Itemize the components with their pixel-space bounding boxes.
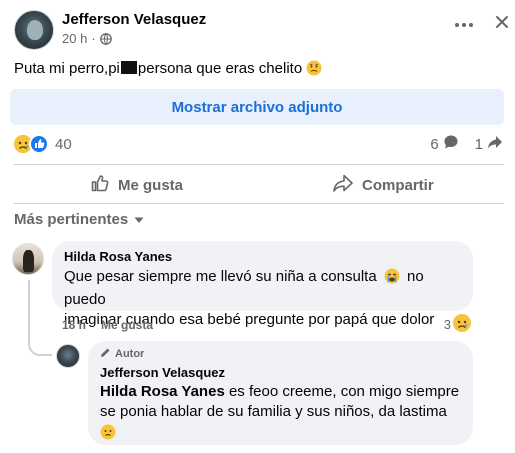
like-button-label: Me gusta — [118, 176, 184, 194]
comment-reactions[interactable]: 3 — [444, 314, 471, 335]
divider — [14, 203, 504, 204]
mentioned-user-tag[interactable]: Hilda Rosa Yanes — [100, 383, 225, 400]
reply-text-line1: es feoo creeme, con migo siempre — [228, 383, 460, 400]
comment-reaction-count: 3 — [443, 317, 451, 332]
share-arrow-icon — [487, 134, 503, 154]
close-icon[interactable] — [492, 12, 512, 32]
more-options-icon[interactable] — [454, 16, 476, 32]
comment-text-line1: Que pesar siempre me llevó su niña a con… — [64, 268, 377, 285]
reaction-count: 40 — [55, 135, 72, 153]
comment-author[interactable]: Hilda Rosa Yanes — [64, 249, 461, 264]
reactions-summary[interactable]: 40 — [14, 134, 72, 154]
meta-separator: · — [91, 31, 96, 46]
share-button[interactable]: Compartir — [332, 173, 434, 197]
pencil-icon — [100, 347, 111, 361]
post-author[interactable]: Jefferson Velasquez — [62, 11, 206, 28]
show-attachment-button[interactable]: Mostrar archivo adjunto — [10, 89, 504, 125]
redaction-block — [120, 61, 137, 74]
post-meta: 20 h · — [62, 31, 112, 46]
reply-text: Hilda Rosa Yanes es feoo creeme, con mig… — [100, 382, 461, 446]
share-icon — [332, 173, 354, 197]
divider — [14, 164, 504, 165]
like-reaction-icon — [29, 134, 49, 154]
caret-down-icon — [134, 211, 144, 228]
reply-text-line2: se ponia hablar de su familia y sus niño… — [100, 403, 447, 420]
sad-reaction-icon — [453, 314, 471, 335]
engagement-counts: 6 1 — [430, 134, 503, 154]
post-header: Jefferson Velasquez 20 h · — [14, 10, 508, 50]
thumbs-up-icon — [90, 173, 110, 197]
sad-face-icon — [306, 60, 322, 80]
sort-label: Más pertinentes — [14, 211, 129, 228]
globe-icon — [99, 32, 112, 45]
comment-like-button[interactable]: Me gusta — [101, 318, 153, 332]
reply-bubble: Autor Jefferson Velasquez Hilda Rosa Yan… — [88, 341, 473, 445]
post-text-after: persona que eras chelito — [137, 60, 303, 77]
author-avatar[interactable] — [14, 10, 54, 50]
reply-author-avatar[interactable] — [56, 344, 80, 368]
share-count[interactable]: 1 — [475, 136, 483, 153]
comment-icon — [443, 134, 459, 154]
comment-bubble: Hilda Rosa Yanes Que pesar siempre me ll… — [52, 241, 473, 328]
worried-face-icon — [100, 424, 116, 446]
post-text: Puta mi perro,pi persona que eras chelito — [14, 60, 322, 80]
commenter-avatar[interactable] — [12, 243, 44, 275]
post-time[interactable]: 20 h — [62, 31, 87, 46]
share-button-label: Compartir — [362, 176, 434, 194]
author-badge: Autor — [100, 347, 461, 361]
reply-thread-line — [28, 280, 52, 356]
post-text-before: Puta mi perro,pi — [14, 60, 120, 77]
author-badge-label: Autor — [115, 348, 145, 360]
comment-time[interactable]: 18 h — [62, 318, 86, 332]
reply-author[interactable]: Jefferson Velasquez — [100, 365, 461, 380]
crying-face-icon — [384, 268, 400, 290]
comment-count[interactable]: 6 — [430, 136, 438, 153]
like-button[interactable]: Me gusta — [90, 173, 183, 197]
comment-sort-dropdown[interactable]: Más pertinentes — [14, 211, 144, 228]
